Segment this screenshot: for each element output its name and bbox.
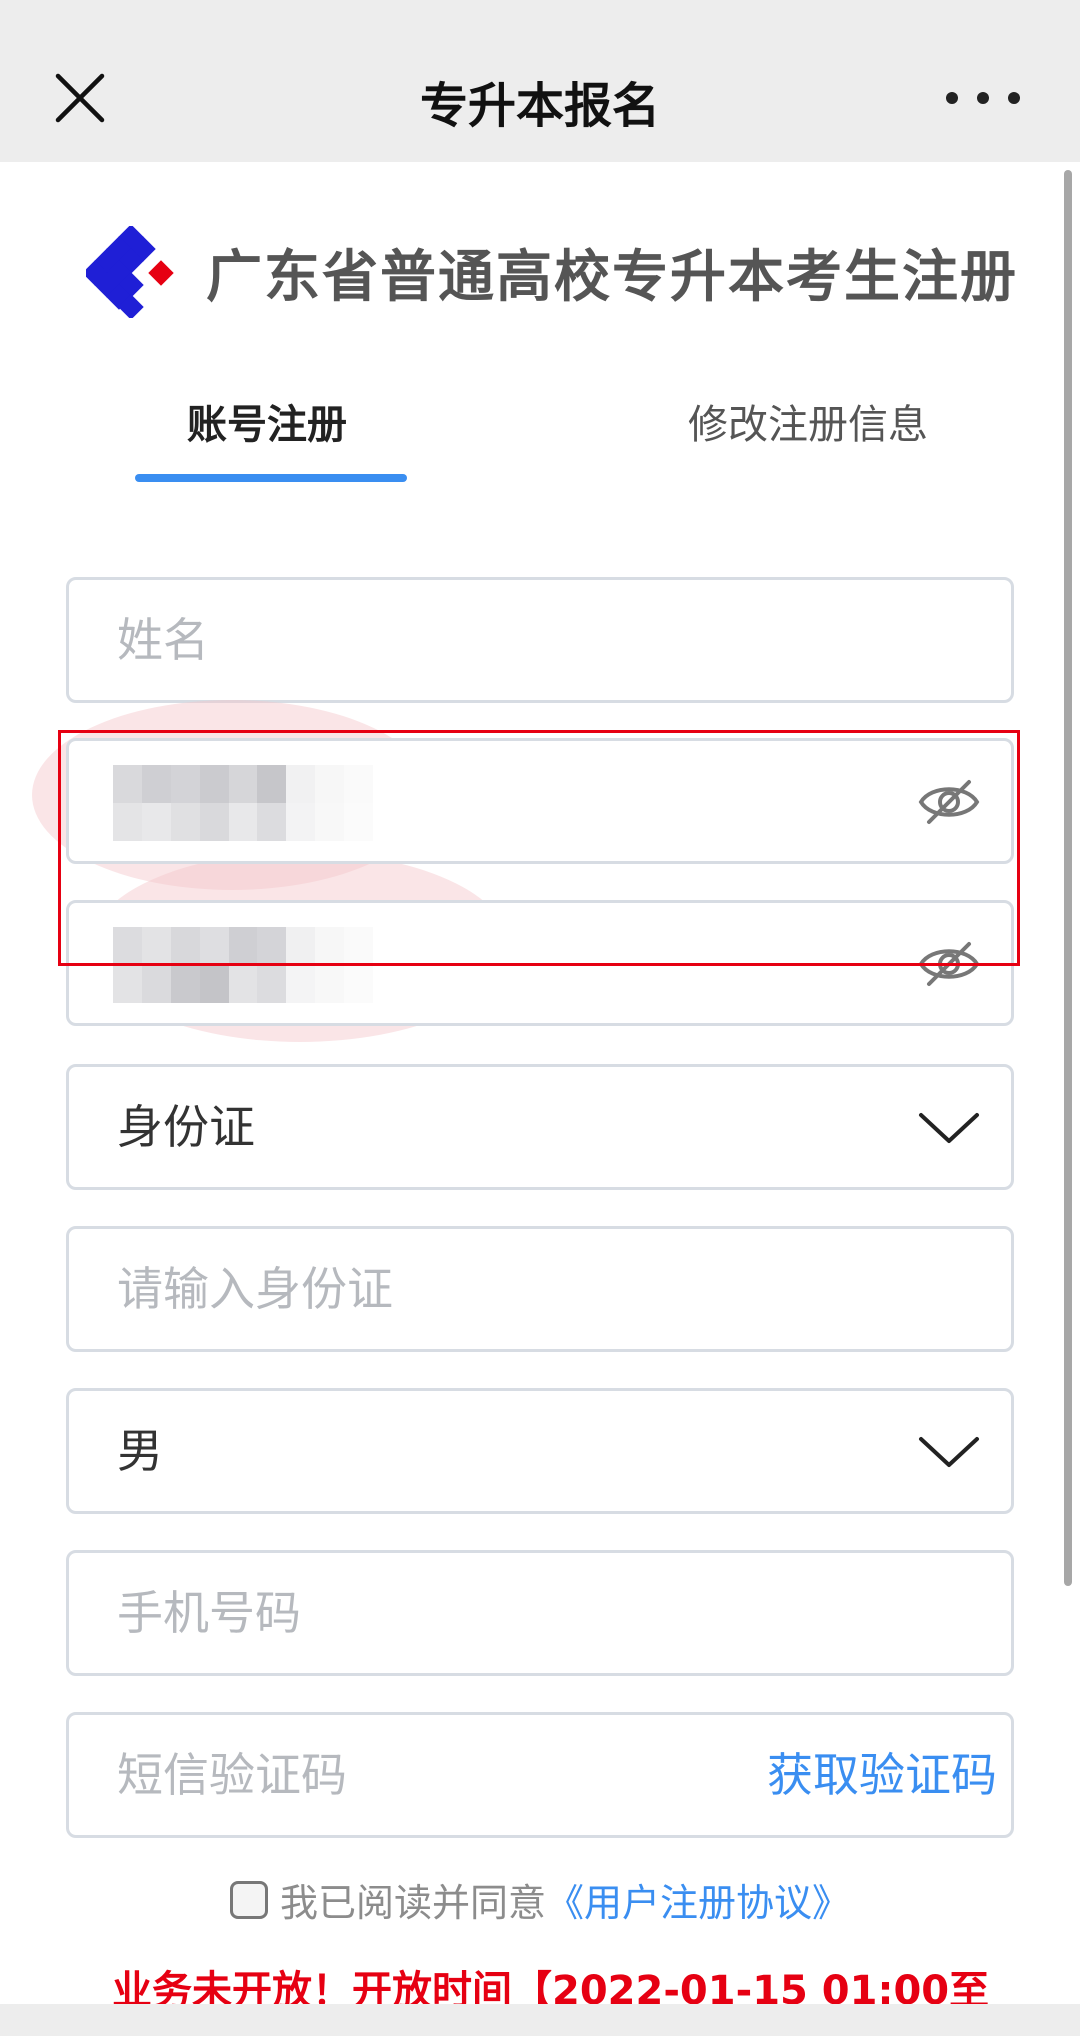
gender-value: 男 (117, 1424, 163, 1478)
id-type-value: 身份证 (117, 1100, 255, 1154)
chevron-down-icon (919, 1113, 979, 1143)
id-number-input[interactable]: 请输入身份证 (66, 1226, 1014, 1352)
sms-code-placeholder: 短信验证码 (117, 1748, 347, 1802)
registration-page: 广东省普通高校专升本考生注册 账号注册 修改注册信息 姓名 身份证 请输入身份证… (0, 162, 1080, 2004)
highlight-box (58, 730, 1020, 966)
agreement-checkbox[interactable] (229, 1880, 268, 1919)
gender-select[interactable]: 男 (66, 1388, 1014, 1514)
active-tab-indicator (135, 474, 407, 482)
name-placeholder: 姓名 (117, 613, 209, 667)
tab-modify-info[interactable]: 修改注册信息 (688, 392, 928, 450)
site-logo-icon (86, 226, 174, 318)
name-input[interactable]: 姓名 (66, 577, 1014, 703)
nav-bar: 专升本报名 (0, 0, 1080, 162)
chevron-down-icon (919, 1437, 979, 1467)
more-dots-icon[interactable] (938, 80, 1028, 116)
agreement-row: 我已阅读并同意《用户注册协议》 (0, 1872, 1080, 1932)
page-title: 专升本报名 (419, 78, 660, 134)
id-number-placeholder: 请输入身份证 (117, 1262, 393, 1316)
scrollbar[interactable] (1064, 170, 1072, 1586)
tab-account-register[interactable]: 账号注册 (187, 392, 347, 450)
agreement-link[interactable]: 《用户注册协议》 (546, 1881, 850, 1925)
bottom-bar (0, 2004, 1080, 2036)
service-notice: 业务未开放！开放时间【2022-01-15 01:00至 (112, 1968, 990, 2004)
site-header: 广东省普通高校专升本考生注册 (86, 222, 1018, 322)
id-type-select[interactable]: 身份证 (66, 1064, 1014, 1190)
get-code-button[interactable]: 获取验证码 (767, 1715, 997, 1835)
site-title: 广东省普通高校专升本考生注册 (206, 244, 1018, 310)
tab-bar: 账号注册 修改注册信息 (0, 392, 1080, 482)
agreement-text: 我已阅读并同意 (279, 1881, 546, 1925)
phone-placeholder: 手机号码 (117, 1586, 301, 1640)
phone-input[interactable]: 手机号码 (66, 1550, 1014, 1676)
sms-code-input[interactable]: 短信验证码 获取验证码 (66, 1712, 1014, 1838)
